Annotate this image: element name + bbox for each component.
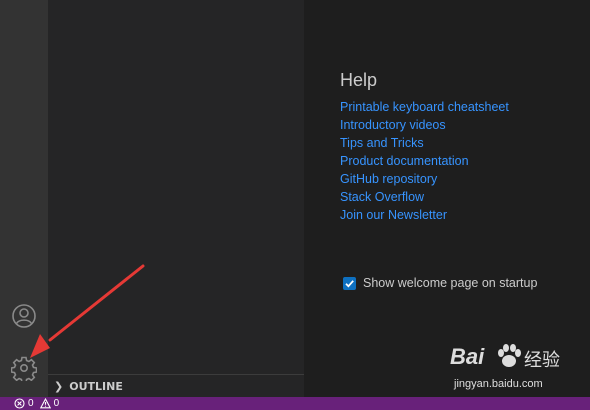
link-product-documentation[interactable]: Product documentation	[340, 154, 469, 168]
error-icon	[14, 398, 25, 409]
link-newsletter[interactable]: Join our Newsletter	[340, 208, 447, 222]
startup-checkbox-label: Show welcome page on startup	[363, 276, 538, 290]
checkmark-icon	[345, 279, 354, 288]
startup-checkbox[interactable]	[343, 276, 356, 290]
list-item: GitHub repository	[340, 170, 509, 188]
link-introductory-videos[interactable]: Introductory videos	[340, 118, 446, 132]
link-stack-overflow[interactable]: Stack Overflow	[340, 190, 424, 204]
list-item: Printable keyboard cheatsheet	[340, 98, 509, 116]
list-item: Join our Newsletter	[340, 206, 509, 224]
chevron-right-icon: ❯	[54, 379, 64, 393]
watermark-suffix: 经验	[524, 350, 560, 370]
sidebar: ❯ OUTLINE	[48, 0, 304, 397]
watermark-url: jingyan.baidu.com	[454, 378, 543, 390]
status-errors[interactable]: 0	[14, 398, 34, 409]
list-item: Tips and Tricks	[340, 134, 509, 152]
link-tips-and-tricks[interactable]: Tips and Tricks	[340, 136, 424, 150]
startup-checkbox-row[interactable]: Show welcome page on startup	[343, 276, 537, 290]
help-heading: Help	[340, 70, 378, 90]
help-links-list: Printable keyboard cheatsheet Introducto…	[340, 98, 509, 224]
activity-bar	[0, 0, 48, 397]
watermark: Bai 经验 jingyan.baidu.com	[450, 340, 585, 400]
gear-icon[interactable]	[11, 355, 37, 381]
list-item: Introductory videos	[340, 116, 509, 134]
link-github-repository[interactable]: GitHub repository	[340, 172, 437, 186]
watermark-brand: Bai	[450, 344, 485, 369]
paw-logo-icon	[498, 344, 521, 367]
list-item: Product documentation	[340, 152, 509, 170]
status-warnings[interactable]: 0	[39, 398, 60, 409]
list-item: Stack Overflow	[340, 188, 509, 206]
outline-label: OUTLINE	[69, 379, 123, 393]
error-count: 0	[28, 398, 34, 409]
account-icon[interactable]	[11, 303, 37, 329]
warning-icon	[39, 398, 51, 409]
link-keyboard-cheatsheet[interactable]: Printable keyboard cheatsheet	[340, 100, 509, 114]
warning-count: 0	[53, 398, 60, 409]
outline-section-header[interactable]: ❯ OUTLINE	[48, 374, 304, 397]
